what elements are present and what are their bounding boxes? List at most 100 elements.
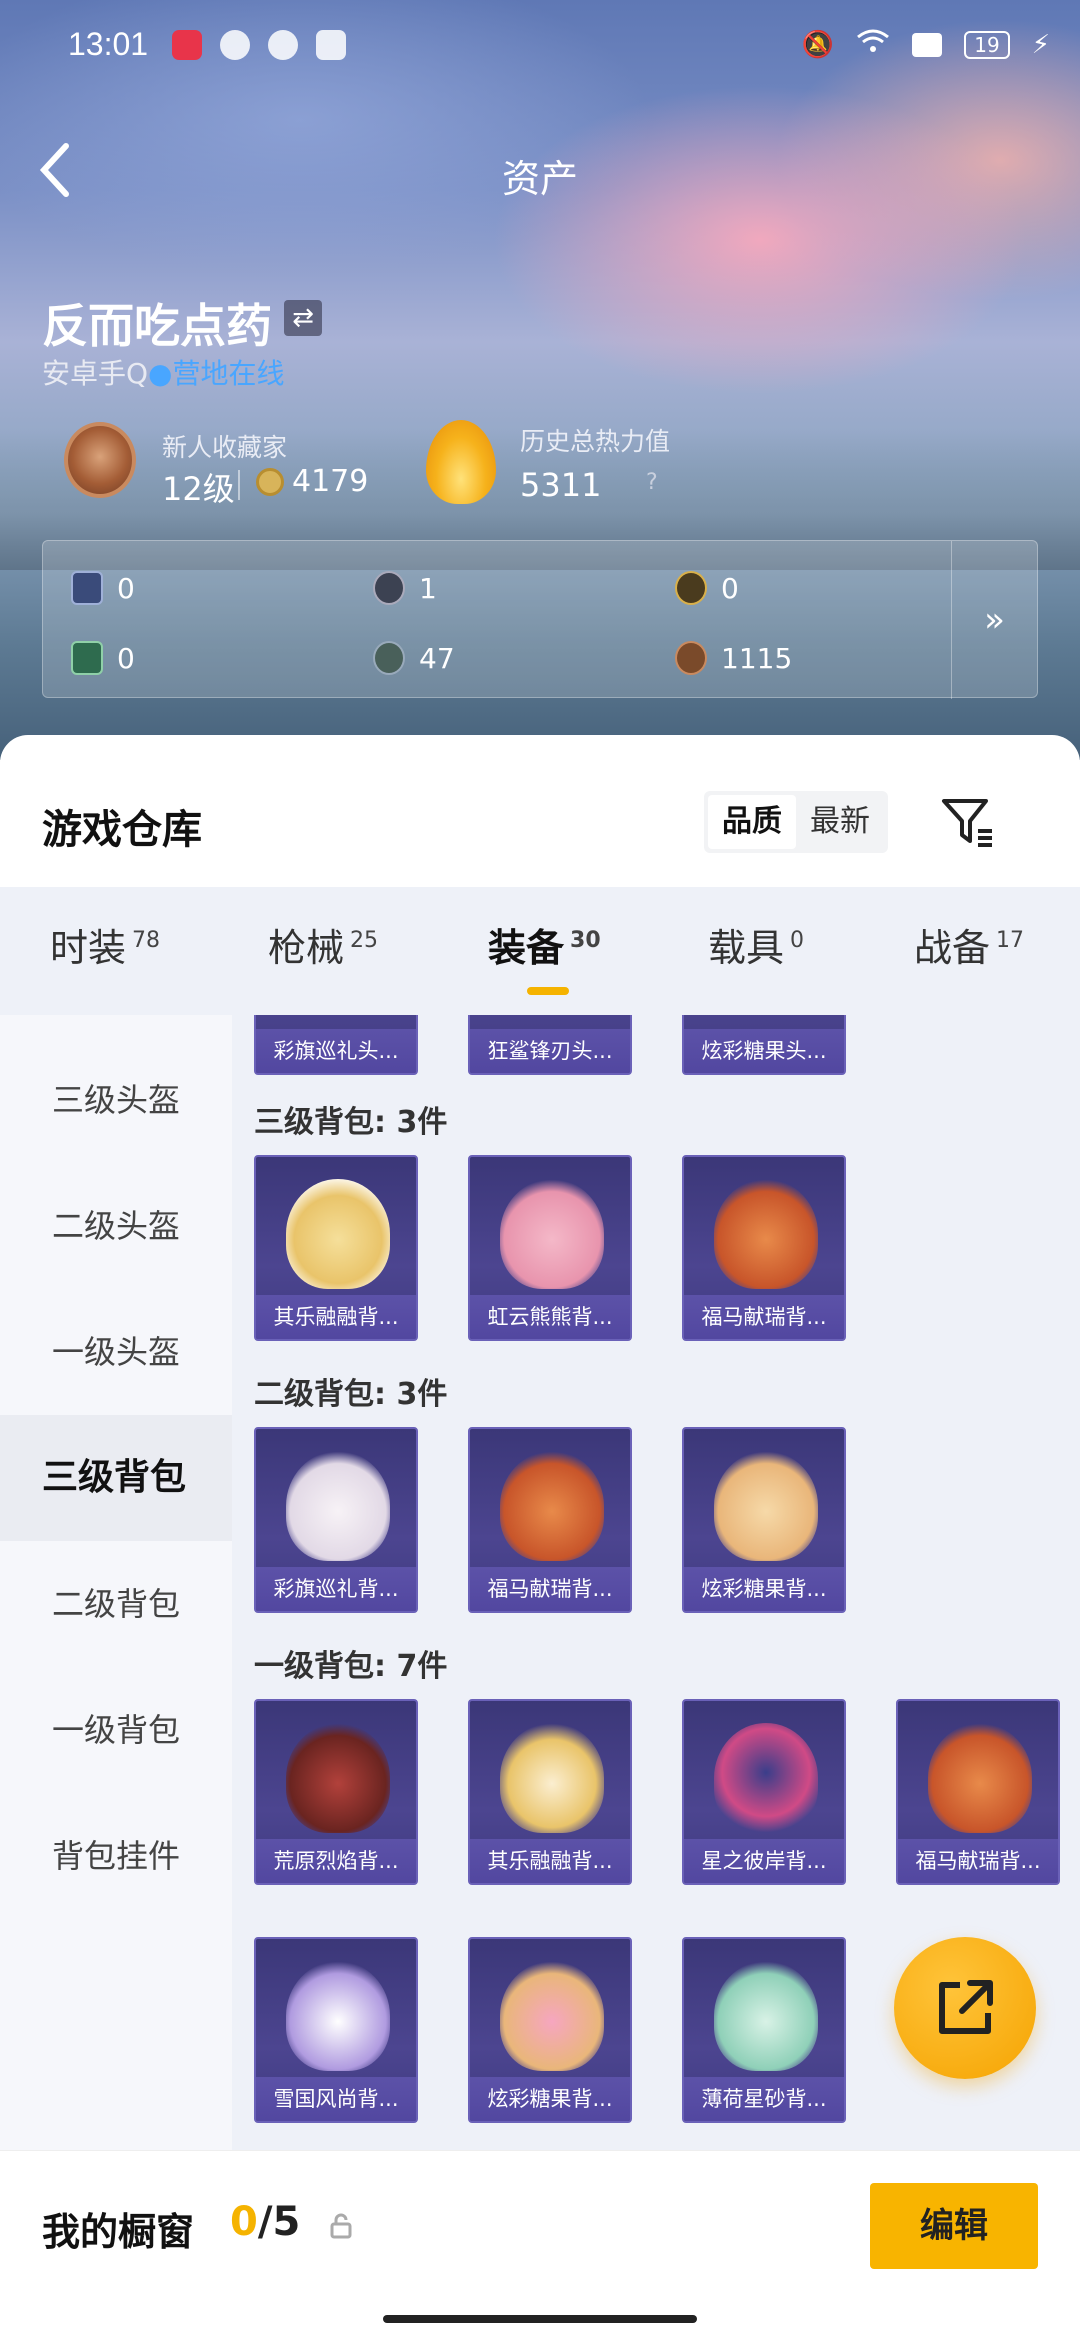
side-item-backpack-charm[interactable]: 背包挂件 — [0, 1793, 232, 1919]
collector-level: 12级 — [162, 470, 235, 508]
stat-bronze-coin: 1115 — [675, 641, 792, 675]
tab-count: 25 — [350, 928, 379, 954]
stat-silver-token: 1 — [373, 571, 437, 605]
tab-fashion[interactable]: 时装 78 — [50, 917, 160, 972]
backpack-art — [286, 1723, 390, 1833]
group-title: 一级背包: 7件 — [254, 1649, 448, 1684]
item-card[interactable]: 薄荷星砂背... — [682, 1937, 846, 2123]
item-card[interactable]: 炫彩糖果背... — [468, 1937, 632, 2123]
item-card[interactable]: 福马献瑞背... — [468, 1427, 632, 1613]
currency-stats-panel[interactable]: 0 1 0 0 47 1115 » — [42, 540, 1038, 699]
tab-label: 时装 — [50, 926, 127, 970]
edit-button[interactable]: 编辑 — [870, 2183, 1038, 2269]
sort-quality-button[interactable]: 品质 — [708, 795, 796, 849]
tab-firearms[interactable]: 枪械 25 — [268, 917, 378, 972]
side-item-backpack-1[interactable]: 一级背包 — [0, 1667, 232, 1793]
lock-icon — [330, 2213, 352, 2239]
share-fab[interactable] — [894, 1937, 1036, 2079]
showcase-count: 0/5 — [230, 2199, 300, 2245]
item-label: 荒原烈焰背... — [256, 1839, 416, 1883]
item-card[interactable]: 荒原烈焰背... — [254, 1699, 418, 1885]
item-card[interactable]: 虹云熊熊背... — [468, 1155, 632, 1341]
status-bar: 13:01 🔕 19 ⚡ — [0, 0, 1080, 96]
user-platform: 安卓手Q — [42, 357, 149, 390]
item-card[interactable]: 星之彼岸背... — [682, 1699, 846, 1885]
backpack-art — [286, 1451, 390, 1561]
green-card-icon — [71, 641, 103, 675]
tab-label: 枪械 — [268, 926, 345, 970]
filter-icon[interactable] — [940, 795, 996, 851]
music-app-icon — [172, 30, 202, 60]
category-tabs: 时装 78 枪械 25 装备 30 载具 0 战备 17 — [0, 887, 1080, 1015]
group-title: 三级背包: 3件 — [254, 1105, 448, 1140]
item-card[interactable]: 狂鲨锋刃头... — [468, 1015, 632, 1075]
item-label: 其乐融融背... — [470, 1839, 630, 1883]
side-item-helmet-2[interactable]: 二级头盔 — [0, 1163, 232, 1289]
tab-count: 17 — [996, 928, 1025, 954]
side-item-backpack-3[interactable]: 三级背包 — [0, 1415, 232, 1541]
stat-value: 1 — [419, 571, 437, 605]
tab-count: 78 — [132, 928, 161, 954]
wechat-icon — [220, 30, 250, 60]
backpack-art — [928, 1723, 1032, 1833]
backpack-art — [714, 1723, 818, 1833]
sort-toggle: 品质 最新 — [704, 791, 888, 853]
item-label: 炫彩糖果背... — [470, 2077, 630, 2121]
charging-icon: ⚡ — [1031, 29, 1050, 60]
backpack-art — [714, 1451, 818, 1561]
side-menu: 三级头盔 二级头盔 一级头盔 三级背包 二级背包 一级背包 背包挂件 — [0, 1015, 232, 2205]
item-label: 福马献瑞背... — [470, 1567, 630, 1611]
item-card[interactable]: 福马献瑞背... — [896, 1699, 1060, 1885]
sort-latest-button[interactable]: 最新 — [796, 795, 884, 849]
item-label: 其乐融融背... — [256, 1295, 416, 1339]
warehouse-sheet: 游戏仓库 品质 最新 时装 78 枪械 25 装备 30 载具 0 战备 17 三级头盔 … — [0, 735, 1080, 2340]
green-coin-icon — [373, 641, 405, 675]
item-card[interactable]: 彩旗巡礼头... — [254, 1015, 418, 1075]
stat-value: 47 — [419, 641, 455, 675]
switch-account-icon[interactable]: ⇄ — [284, 300, 322, 336]
item-label: 炫彩糖果背... — [684, 1567, 844, 1611]
item-label: 星之彼岸背... — [684, 1839, 844, 1883]
showcase-current: 0 — [230, 2199, 258, 2245]
user-platform-line: 安卓手Q●营地在线 — [42, 357, 285, 390]
item-card[interactable]: 其乐融融背... — [468, 1699, 632, 1885]
gold-token-icon — [675, 571, 707, 605]
home-indicator — [383, 2315, 697, 2323]
heat-value: 5311 — [520, 466, 602, 504]
tab-supplies[interactable]: 战备 17 — [914, 917, 1024, 972]
double-chevron-right-icon[interactable]: » — [951, 541, 1037, 699]
item-card[interactable]: 雪国风尚背... — [254, 1937, 418, 2123]
tab-equipment[interactable]: 装备 30 — [488, 917, 601, 972]
collector-label: 新人收藏家 — [162, 433, 288, 462]
item-label: 福马献瑞背... — [898, 1839, 1058, 1883]
tab-count: 0 — [790, 928, 805, 954]
collector-badge-icon[interactable] — [64, 422, 136, 498]
item-card[interactable]: 彩旗巡礼背... — [254, 1427, 418, 1613]
item-card[interactable]: 炫彩糖果头... — [682, 1015, 846, 1075]
item-card[interactable]: 福马献瑞背... — [682, 1155, 846, 1341]
side-item-helmet-1[interactable]: 一级头盔 — [0, 1289, 232, 1415]
tab-label: 载具 — [708, 926, 785, 970]
shield-app-icon — [268, 30, 298, 60]
stat-gold-token: 0 — [675, 571, 739, 605]
item-label: 狂鲨锋刃头... — [470, 1029, 630, 1073]
item-card[interactable]: 其乐融融背... — [254, 1155, 418, 1341]
tab-vehicles[interactable]: 载具 0 — [708, 917, 804, 972]
page-title: 资产 — [501, 157, 578, 201]
card-ticket-icon — [71, 571, 103, 605]
heat-label: 历史总热力值 — [520, 427, 671, 456]
tab-label: 装备 — [488, 926, 565, 970]
silver-token-icon — [373, 571, 405, 605]
backpack-art — [286, 1179, 390, 1289]
item-card[interactable]: 炫彩糖果背... — [682, 1427, 846, 1613]
side-item-helmet-3[interactable]: 三级头盔 — [0, 1037, 232, 1163]
showcase-total: /5 — [257, 2199, 301, 2245]
side-item-backpack-2[interactable]: 二级背包 — [0, 1541, 232, 1667]
stat-card-ticket: 0 — [71, 571, 135, 605]
hero-banner: 13:01 🔕 19 ⚡ 资产 反而吃点药 ⇄ 安卓手Q●营地在线 新人收藏家 … — [0, 0, 1080, 760]
group-title: 二级背包: 3件 — [254, 1377, 448, 1412]
item-label: 薄荷星砂背... — [684, 2077, 844, 2121]
mute-icon: 🔕 — [801, 29, 835, 60]
backpack-art — [714, 1961, 818, 2071]
help-icon[interactable]: ? — [646, 470, 658, 495]
